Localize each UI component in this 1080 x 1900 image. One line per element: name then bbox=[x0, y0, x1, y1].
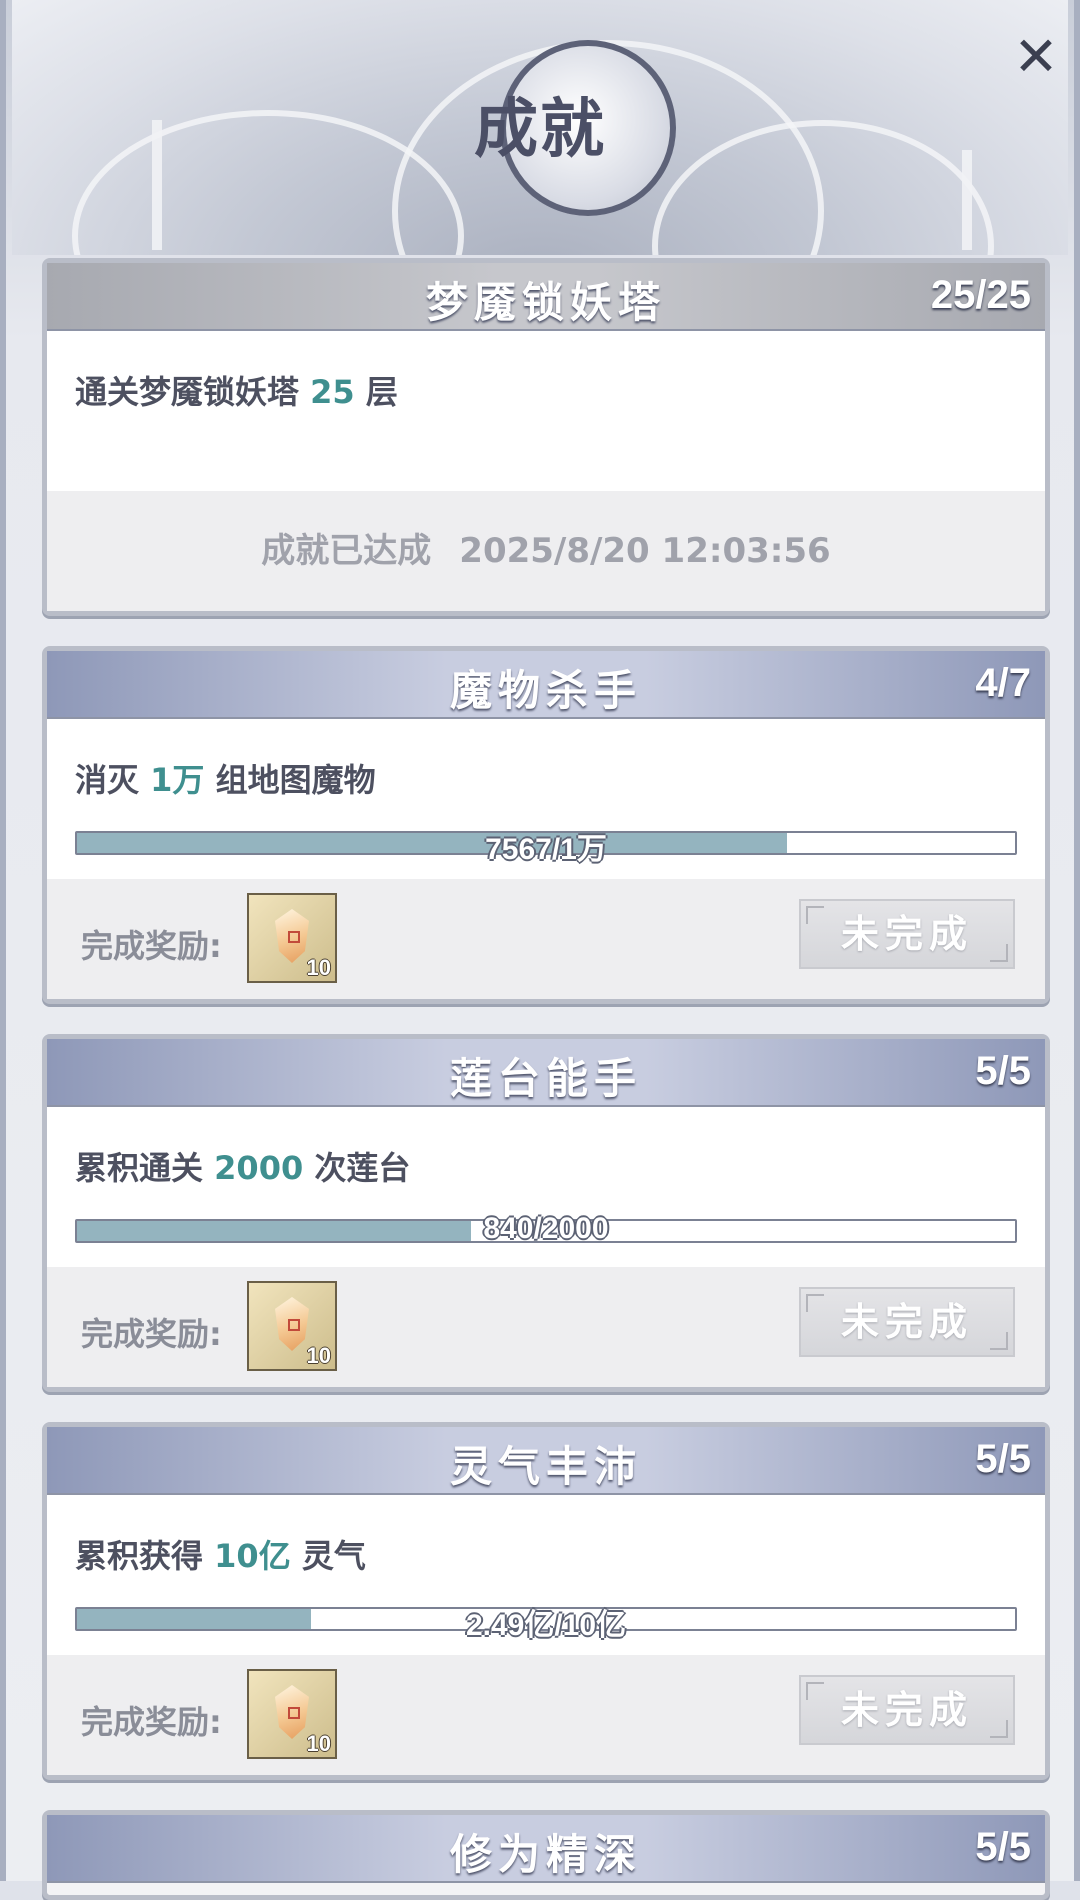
incomplete-button[interactable]: 未完成 bbox=[799, 899, 1015, 969]
desc-text: 组地图魔物 bbox=[215, 761, 376, 799]
completed-label: 成就已达成 bbox=[261, 531, 432, 571]
desc-text: 灵气 bbox=[301, 1537, 366, 1575]
card-title: 梦魇锁妖塔 bbox=[425, 278, 666, 327]
incomplete-button[interactable]: 未完成 bbox=[799, 1675, 1015, 1745]
desc-target: 1万 bbox=[150, 761, 205, 799]
desc-target: 10亿 bbox=[214, 1537, 291, 1575]
achievement-card: 灵气丰沛 5/5 累积获得 10亿 灵气 2.49亿/10亿 完成奖励: 10 … bbox=[42, 1422, 1050, 1780]
desc-target: 2000 bbox=[214, 1149, 304, 1187]
achievement-panel: 成就 ✕ 梦魇锁妖塔 25/25 通关梦魇锁妖塔 25 层 成就已达成 2025/… bbox=[0, 0, 1080, 1900]
card-body: 累积通关 2000 次莲台 840/2000 bbox=[47, 1107, 1045, 1267]
header-banner: 成就 bbox=[12, 0, 1068, 255]
card-header: 灵气丰沛 5/5 bbox=[47, 1427, 1045, 1495]
achievement-desc: 消灭 1万 组地图魔物 bbox=[75, 719, 1017, 801]
desc-target: 25 bbox=[310, 373, 355, 411]
achievement-card: 莲台能手 5/5 累积通关 2000 次莲台 840/2000 完成奖励: 10… bbox=[42, 1034, 1050, 1392]
card-title: 修为精深 bbox=[449, 1830, 642, 1879]
desc-text: 累积获得 bbox=[75, 1537, 204, 1575]
card-count: 25/25 bbox=[930, 273, 1031, 317]
incomplete-button[interactable]: 未完成 bbox=[799, 1287, 1015, 1357]
card-title: 莲台能手 bbox=[449, 1054, 642, 1103]
reward-label: 完成奖励: bbox=[81, 927, 222, 965]
reward-qty: 10 bbox=[306, 955, 331, 980]
reward-qty: 10 bbox=[306, 1731, 331, 1756]
page-title: 成就 bbox=[474, 92, 606, 167]
progress-bar: 7567/1万 bbox=[75, 831, 1017, 866]
reward-qty: 10 bbox=[306, 1343, 331, 1368]
gem-mark bbox=[288, 931, 300, 943]
card-header: 魔物杀手 4/7 bbox=[47, 651, 1045, 719]
progress-bar: 2.49亿/10亿 bbox=[75, 1607, 1017, 1642]
progress-text: 840/2000 bbox=[483, 1212, 609, 1245]
reward-item[interactable]: 10 bbox=[247, 1669, 337, 1759]
progress-text: 2.49亿/10亿 bbox=[465, 1609, 627, 1642]
reward-item[interactable]: 10 bbox=[247, 1281, 337, 1371]
card-count: 5/5 bbox=[975, 1437, 1031, 1481]
desc-text: 层 bbox=[365, 373, 398, 411]
gem-mark bbox=[288, 1707, 300, 1719]
close-icon[interactable]: ✕ bbox=[1011, 30, 1061, 84]
card-count: 4/7 bbox=[975, 661, 1031, 705]
desc-text: 累积通关 bbox=[75, 1149, 204, 1187]
achievement-card: 修为精深 5/5 bbox=[42, 1810, 1050, 1900]
achievement-desc: 通关梦魇锁妖塔 25 层 bbox=[75, 331, 1017, 413]
gem-mark bbox=[288, 1319, 300, 1331]
card-body: 通关梦魇锁妖塔 25 层 bbox=[47, 331, 1045, 491]
desc-text: 通关梦魇锁妖塔 bbox=[75, 373, 300, 411]
reward-item[interactable]: 10 bbox=[247, 893, 337, 983]
reward-footer: 完成奖励: 10 未完成 bbox=[47, 879, 1045, 999]
completed-time: 2025/8/20 12:03:56 bbox=[459, 531, 831, 571]
card-body: 累积获得 10亿 灵气 2.49亿/10亿 bbox=[47, 1495, 1045, 1655]
completion-footer: 成就已达成 2025/8/20 12:03:56 bbox=[47, 491, 1045, 611]
reward-label: 完成奖励: bbox=[81, 1315, 222, 1353]
progress-bar: 840/2000 bbox=[75, 1212, 1017, 1245]
card-header: 梦魇锁妖塔 25/25 bbox=[47, 263, 1045, 331]
card-count: 5/5 bbox=[975, 1825, 1031, 1869]
achievement-desc: 累积获得 10亿 灵气 bbox=[75, 1495, 1017, 1577]
achievement-card: 梦魇锁妖塔 25/25 通关梦魇锁妖塔 25 层 成就已达成 2025/8/20 … bbox=[42, 258, 1050, 616]
reward-footer: 完成奖励: 10 未完成 bbox=[47, 1655, 1045, 1775]
card-header: 修为精深 5/5 bbox=[47, 1815, 1045, 1883]
card-title: 灵气丰沛 bbox=[449, 1442, 642, 1491]
desc-text: 次莲台 bbox=[314, 1149, 411, 1187]
progress-text: 7567/1万 bbox=[485, 833, 607, 866]
card-title: 魔物杀手 bbox=[449, 666, 642, 715]
desc-text: 消灭 bbox=[75, 761, 140, 799]
reward-label: 完成奖励: bbox=[81, 1703, 222, 1741]
achievement-desc: 累积通关 2000 次莲台 bbox=[75, 1107, 1017, 1189]
card-header: 莲台能手 5/5 bbox=[47, 1039, 1045, 1107]
card-count: 5/5 bbox=[975, 1049, 1031, 1093]
achievement-card: 魔物杀手 4/7 消灭 1万 组地图魔物 7567/1万 完成奖励: 10 未完… bbox=[42, 646, 1050, 1004]
card-body: 消灭 1万 组地图魔物 7567/1万 bbox=[47, 719, 1045, 879]
reward-footer: 完成奖励: 10 未完成 bbox=[47, 1267, 1045, 1387]
